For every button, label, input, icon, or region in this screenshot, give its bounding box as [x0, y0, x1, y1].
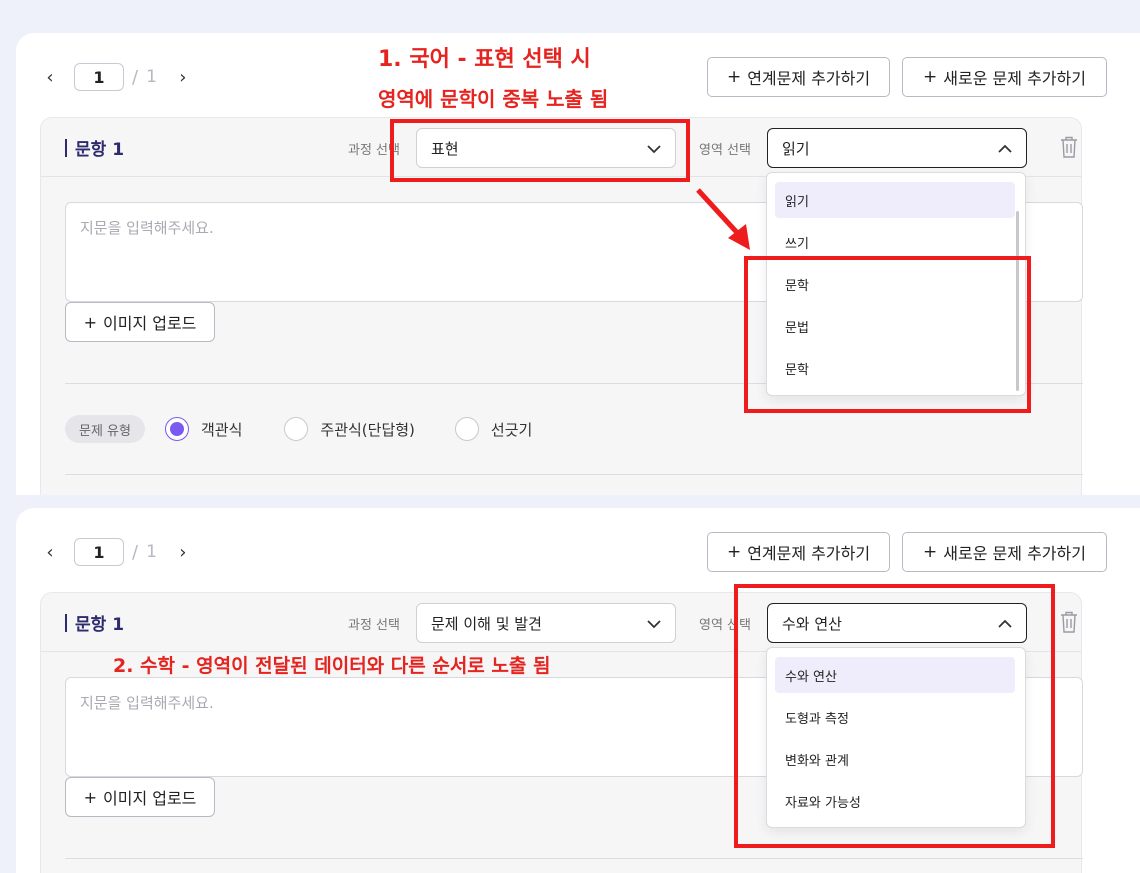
question-title: 문항 1 — [65, 135, 124, 160]
add-new-question-label: 새로운 문제 추가하기 — [943, 544, 1086, 563]
plus-icon: + — [726, 542, 742, 562]
add-linked-question-label: 연계문제 추가하기 — [747, 544, 871, 563]
chevron-up-icon — [998, 144, 1012, 153]
chevron-left-icon[interactable]: ‹ — [40, 67, 60, 88]
course-select-value: 문제 이해 및 발견 — [431, 614, 542, 633]
image-upload-button[interactable]: + 이미지 업로드 — [65, 302, 215, 342]
pagination: ‹ 1 / 1 › — [40, 63, 193, 91]
type-option-objective[interactable]: 객관식 — [164, 417, 243, 441]
type-option-short-answer[interactable]: 주관식(단답형) — [284, 417, 415, 441]
page-separator: / — [132, 66, 139, 88]
add-linked-question-button[interactable]: + 연계문제 추가하기 — [707, 57, 890, 97]
image-upload-label: 이미지 업로드 — [103, 789, 197, 808]
page-separator: / — [132, 541, 139, 563]
area-option[interactable]: 쓰기 — [775, 224, 1015, 260]
question-title-text: 문항 1 — [75, 140, 125, 160]
plus-icon: + — [923, 542, 938, 562]
page-input[interactable]: 1 — [74, 538, 124, 566]
add-new-question-label: 새로운 문제 추가하기 — [943, 69, 1086, 88]
chevron-down-icon — [647, 620, 661, 629]
plus-icon: + — [83, 787, 97, 807]
radio-icon[interactable] — [454, 417, 479, 441]
course-select[interactable]: 문제 이해 및 발견 — [416, 603, 676, 643]
trash-icon[interactable] — [1059, 135, 1079, 159]
radio-icon[interactable] — [284, 417, 309, 441]
plus-icon: + — [83, 312, 97, 332]
type-option-label: 선긋기 — [490, 420, 533, 439]
question-title-text: 문항 1 — [75, 615, 125, 635]
annotation-arrow-icon — [696, 188, 750, 250]
chevron-right-icon[interactable]: › — [173, 542, 193, 563]
type-option-label: 주관식(단답형) — [320, 420, 415, 439]
section-divider — [65, 474, 1083, 475]
annotation-highlight-area-order — [734, 584, 1055, 848]
course-select-label: 과정 선택 — [348, 618, 400, 633]
radio-selected-icon[interactable] — [164, 417, 189, 441]
add-linked-question-button[interactable]: + 연계문제 추가하기 — [707, 532, 890, 572]
title-accent-bar — [65, 138, 67, 157]
annotation-highlight-duplicate-items — [744, 256, 1031, 413]
pagination: ‹ 1 / 1 › — [40, 538, 193, 566]
question-title: 문항 1 — [65, 610, 124, 635]
page-input[interactable]: 1 — [74, 63, 124, 91]
chevron-right-icon[interactable]: › — [173, 67, 193, 88]
section-divider — [65, 858, 1083, 859]
question-type-row: 문제 유형 객관식 주관식(단답형) 선긋기 — [65, 415, 532, 443]
question-type-label: 문제 유형 — [65, 415, 145, 443]
area-select[interactable]: 읽기 — [767, 128, 1027, 168]
chevron-left-icon[interactable]: ‹ — [40, 542, 60, 563]
area-option[interactable]: 읽기 — [775, 182, 1015, 218]
trash-icon[interactable] — [1059, 610, 1079, 634]
add-linked-question-label: 연계문제 추가하기 — [747, 69, 871, 88]
annotation-1-line-2: 영역에 문학이 중복 노출 됨 — [378, 87, 609, 111]
title-accent-bar — [65, 613, 67, 632]
plus-icon: + — [726, 67, 742, 87]
annotation-2: 2. 수학 - 영역이 전달된 데이터와 다른 순서로 노출 됨 — [113, 655, 551, 677]
page-total: 1 — [146, 67, 157, 87]
image-upload-button[interactable]: + 이미지 업로드 — [65, 777, 215, 817]
add-new-question-button[interactable]: + 새로운 문제 추가하기 — [902, 57, 1107, 97]
image-upload-label: 이미지 업로드 — [103, 314, 197, 333]
add-new-question-button[interactable]: + 새로운 문제 추가하기 — [902, 532, 1107, 572]
panel-separator — [0, 495, 1140, 508]
area-select-value: 읽기 — [782, 139, 810, 158]
annotation-highlight-course-select — [390, 119, 690, 182]
type-option-line-match[interactable]: 선긋기 — [454, 417, 533, 441]
area-select-label: 영역 선택 — [699, 143, 751, 158]
page-total: 1 — [146, 542, 157, 562]
type-option-label: 객관식 — [200, 420, 243, 439]
plus-icon: + — [923, 67, 938, 87]
annotation-1-line-1: 1. 국어 - 표현 선택 시 — [378, 47, 591, 72]
